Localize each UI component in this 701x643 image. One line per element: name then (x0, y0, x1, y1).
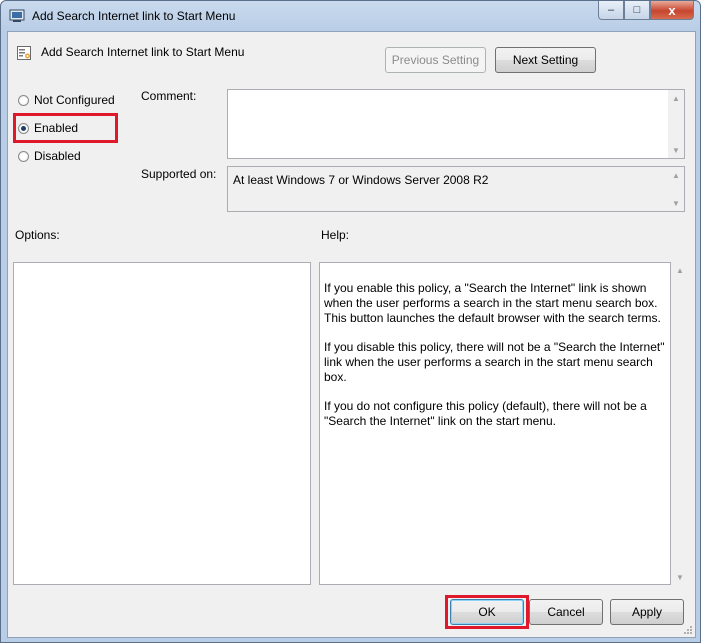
help-text: If you enable this policy, a "Search the… (324, 281, 668, 443)
maximize-icon: □ (633, 4, 641, 16)
group-policy-icon (9, 9, 25, 22)
radio-disabled-label: Disabled (34, 149, 81, 163)
cancel-button[interactable]: Cancel (529, 599, 603, 625)
minimize-icon: – (607, 4, 615, 16)
comment-label: Comment: (141, 89, 197, 103)
scroll-up-icon[interactable]: ▲ (668, 90, 684, 106)
close-icon: x (668, 2, 676, 18)
help-paragraph: If you do not configure this policy (def… (324, 399, 647, 428)
window-title: Add Search Internet link to Start Menu (32, 9, 236, 23)
help-label: Help: (321, 228, 350, 242)
dialog-body: Add Search Internet link to Start Menu P… (7, 31, 696, 638)
policy-dialog-window: Add Search Internet link to Start Menu –… (0, 0, 701, 643)
scroll-down-icon[interactable]: ▼ (668, 142, 684, 158)
enabled-highlight-box (13, 113, 118, 143)
close-button[interactable]: x (650, 1, 694, 20)
apply-button[interactable]: Apply (610, 599, 684, 625)
previous-setting-button[interactable]: Previous Setting (385, 47, 486, 73)
ok-highlight-box (445, 595, 529, 629)
comment-input[interactable] (228, 90, 674, 160)
comment-scrollbar[interactable]: ▲ ▼ (668, 90, 684, 158)
radio-not-configured-indicator[interactable] (18, 94, 29, 106)
scroll-down-icon[interactable]: ▼ (672, 569, 688, 585)
supported-on-label: Supported on: (141, 167, 217, 181)
next-setting-button[interactable]: Next Setting (495, 47, 596, 73)
options-label: Options: (15, 228, 60, 242)
help-paragraph: If you enable this policy, a "Search the… (324, 281, 661, 325)
radio-not-configured-label: Not Configured (34, 93, 115, 107)
supported-on-scrollbar[interactable]: ▲ ▼ (668, 167, 684, 211)
window-controls: – □ x (598, 1, 694, 21)
scroll-up-icon[interactable]: ▲ (668, 167, 684, 183)
radio-disabled[interactable]: Disabled (18, 149, 81, 163)
help-paragraph: If you disable this policy, there will n… (324, 340, 665, 384)
supported-on-box: At least Windows 7 or Windows Server 200… (227, 166, 685, 212)
supported-on-value: At least Windows 7 or Windows Server 200… (233, 173, 489, 187)
minimize-button[interactable]: – (598, 1, 624, 20)
help-panel: If you enable this policy, a "Search the… (319, 262, 671, 585)
policy-setting-icon (17, 46, 31, 60)
help-scrollbar[interactable]: ▲ ▼ (672, 262, 688, 585)
scroll-down-icon[interactable]: ▼ (668, 195, 684, 211)
policy-name: Add Search Internet link to Start Menu (41, 45, 245, 59)
title-bar[interactable]: Add Search Internet link to Start Menu –… (1, 1, 700, 31)
options-panel (13, 262, 311, 585)
comment-box: ▲ ▼ (227, 89, 685, 160)
scroll-up-icon[interactable]: ▲ (672, 262, 688, 278)
resize-grip-icon[interactable] (683, 625, 693, 635)
radio-not-configured[interactable]: Not Configured (18, 93, 115, 107)
radio-disabled-indicator[interactable] (18, 150, 29, 162)
maximize-button[interactable]: □ (624, 1, 650, 20)
